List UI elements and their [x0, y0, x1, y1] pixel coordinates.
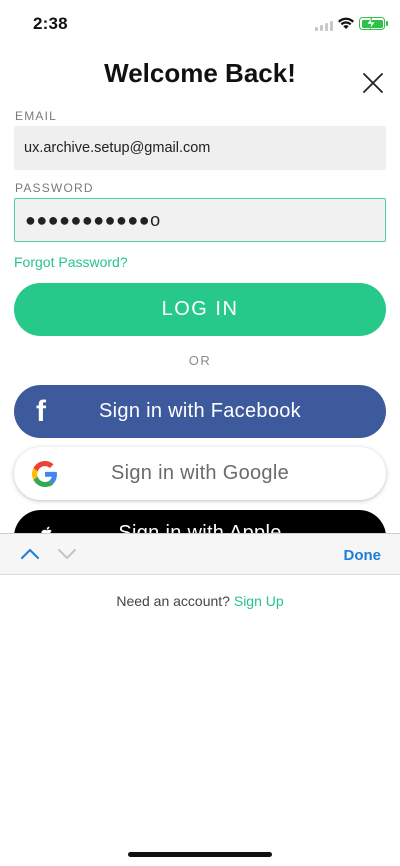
- chevron-down-icon[interactable]: [57, 547, 77, 561]
- wifi-icon: [338, 17, 354, 29]
- chevron-up-icon[interactable]: [20, 547, 40, 561]
- password-label: PASSWORD: [15, 181, 94, 195]
- facebook-signin-button[interactable]: f Sign in with Facebook: [14, 385, 386, 438]
- facebook-signin-label: Sign in with Facebook: [99, 400, 301, 422]
- login-button[interactable]: LOG IN: [14, 283, 386, 336]
- signup-prompt-text: Need an account?: [116, 593, 230, 609]
- page-title: Welcome Back!: [104, 58, 296, 88]
- battery-nub: [386, 21, 388, 26]
- close-icon[interactable]: [360, 70, 386, 96]
- home-indicator: [128, 852, 272, 857]
- status-bar: 2:38: [0, 0, 400, 46]
- charging-bolt-icon: [366, 16, 376, 30]
- google-icon: [32, 460, 57, 487]
- signup-link[interactable]: Sign Up: [234, 593, 284, 609]
- login-button-label: LOG IN: [161, 298, 239, 320]
- or-divider: OR: [188, 353, 212, 368]
- signup-prompt: Need an account? Sign Up: [0, 593, 400, 609]
- keyboard-toolbar: Done: [0, 533, 400, 575]
- password-field[interactable]: ●●●●●●●●●●●o: [14, 198, 386, 242]
- done-button[interactable]: Done: [344, 547, 382, 564]
- signal-icon: [315, 21, 333, 31]
- google-signin-button[interactable]: Sign in with Google: [14, 447, 386, 500]
- google-signin-label: Sign in with Google: [110, 462, 290, 484]
- email-field[interactable]: ux.archive.setup@gmail.com: [14, 126, 386, 170]
- status-time: 2:38: [33, 14, 68, 33]
- forgot-password-link[interactable]: Forgot Password?: [14, 254, 128, 270]
- facebook-icon: f: [36, 394, 47, 428]
- email-label: EMAIL: [15, 109, 58, 123]
